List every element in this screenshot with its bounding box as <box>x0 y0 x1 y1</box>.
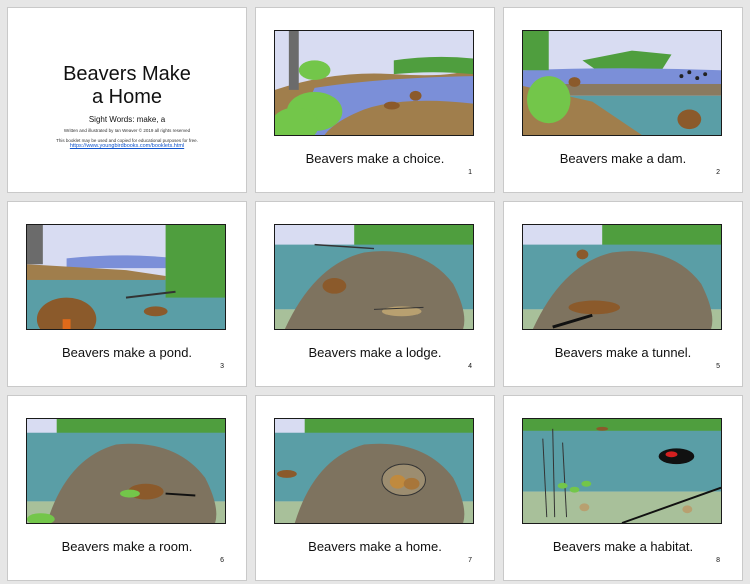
page-number: 3 <box>220 363 224 370</box>
illustration-dam <box>522 30 722 136</box>
page-number: 6 <box>220 557 224 564</box>
credit-line-1: Written and illustrated by Ian Weaver © … <box>63 128 191 133</box>
page-number: 1 <box>468 169 472 176</box>
slide-page-5[interactable]: Beavers make a tunnel. 5 <box>503 201 743 387</box>
slide-page-3[interactable]: Beavers make a pond. 3 <box>7 201 247 387</box>
page-caption: Beavers make a room. <box>61 539 193 554</box>
illustration-room <box>26 418 226 524</box>
page-number: 5 <box>716 363 720 370</box>
illustration-choice <box>274 30 474 136</box>
page-caption: Beavers make a choice. <box>305 151 445 166</box>
page-number: 2 <box>716 169 720 176</box>
page-caption: Beavers make a home. <box>308 539 442 554</box>
illustration-lodge <box>274 224 474 330</box>
slide-page-4[interactable]: Beavers make a lodge. 4 <box>255 201 495 387</box>
slide-cover[interactable]: Beavers Make a Home Sight Words: make, a… <box>7 7 247 193</box>
page-number: 7 <box>468 557 472 564</box>
cover-block: Beavers Make a Home Sight Words: make, a… <box>8 63 246 149</box>
slide-page-8[interactable]: Beavers make a habitat. 8 <box>503 395 743 581</box>
slide-page-6[interactable]: Beavers make a room. 6 <box>7 395 247 581</box>
cover-title-line-1: Beavers Make <box>63 63 191 85</box>
page-caption: Beavers make a habitat. <box>552 539 694 554</box>
page-caption: Beavers make a pond. <box>61 345 193 360</box>
slide-page-7[interactable]: Beavers make a home. 7 <box>255 395 495 581</box>
page-number: 4 <box>468 363 472 370</box>
page-caption: Beavers make a dam. <box>559 151 687 166</box>
cover-title-line-2: a Home <box>91 86 163 108</box>
page-caption: Beavers make a lodge. <box>308 345 442 360</box>
illustration-pond <box>26 224 226 330</box>
page-number: 8 <box>716 557 720 564</box>
illustration-habitat <box>522 418 722 524</box>
illustration-home <box>274 418 474 524</box>
booklet-link[interactable]: https://www.youngbirdbooks.com/booklets.… <box>8 143 246 149</box>
illustration-tunnel <box>522 224 722 330</box>
sight-words: Sight Words: make, a <box>88 115 166 124</box>
slide-page-2[interactable]: Beavers make a dam. 2 <box>503 7 743 193</box>
page-caption: Beavers make a tunnel. <box>554 345 692 360</box>
slide-page-1[interactable]: Beavers make a choice. 1 <box>255 7 495 193</box>
